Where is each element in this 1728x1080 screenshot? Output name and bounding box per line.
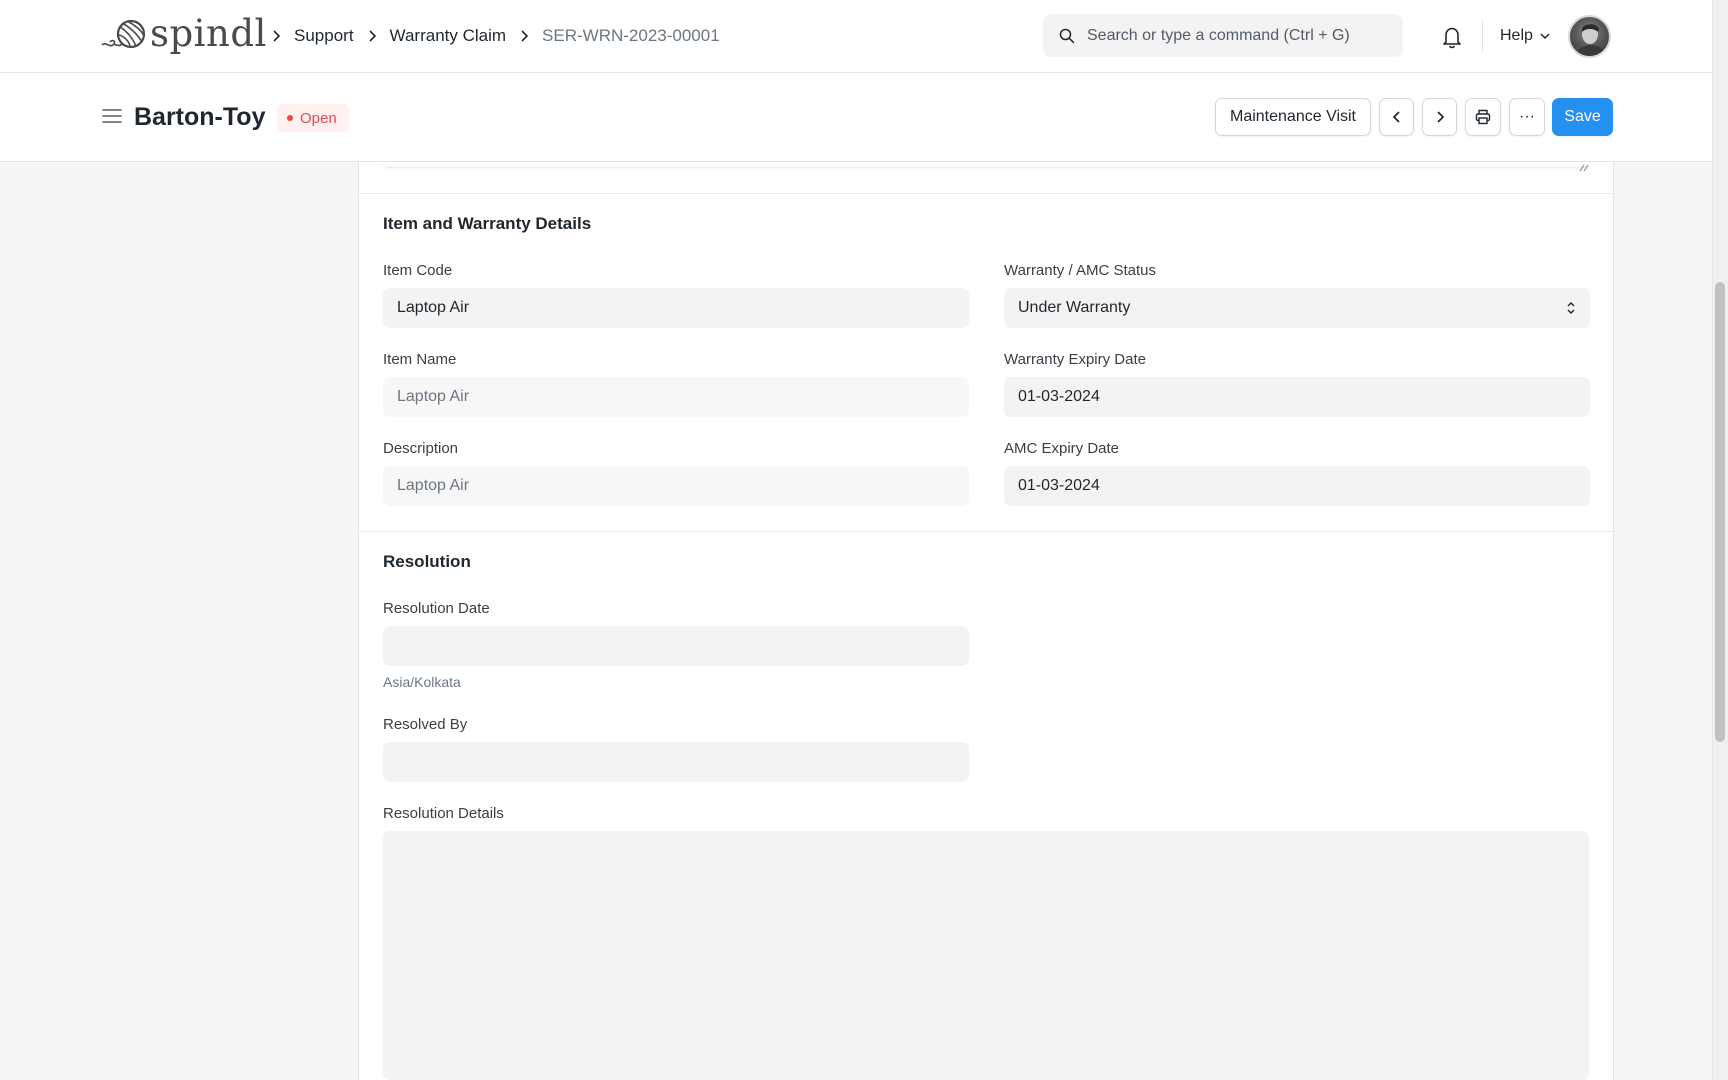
breadcrumb: Support Warranty Claim SER-WRN-2023-0000… <box>258 24 720 48</box>
navbar-divider <box>1482 20 1483 52</box>
item-name-value: Laptop Air <box>397 388 470 405</box>
amc-expiry-field[interactable]: 01-03-2024 <box>1004 466 1590 506</box>
warranty-expiry-label: Warranty Expiry Date <box>1004 351 1146 368</box>
item-code-label: Item Code <box>383 262 453 279</box>
chevron-down-icon <box>1540 33 1550 40</box>
section-divider <box>359 531 1613 532</box>
previous-field-bottom <box>383 162 1589 168</box>
printer-icon <box>1475 109 1491 125</box>
print-button[interactable] <box>1465 98 1501 136</box>
status-label: Open <box>300 109 337 127</box>
resolution-date-label: Resolution Date <box>383 600 490 617</box>
item-code-value: Laptop Air <box>397 299 470 316</box>
timezone-hint: Asia/Kolkata <box>383 674 461 690</box>
search-bar[interactable] <box>1043 14 1403 57</box>
sidebar-toggle-icon[interactable] <box>102 107 122 125</box>
description-field: Laptop Air <box>383 466 969 506</box>
chevron-right-icon <box>514 26 534 46</box>
save-button[interactable]: Save <box>1552 98 1613 136</box>
help-label: Help <box>1500 27 1533 44</box>
chevron-right-icon <box>266 26 286 46</box>
item-code-field[interactable]: Laptop Air <box>383 288 969 328</box>
warranty-status-select[interactable]: Under Warranty <box>1004 288 1590 328</box>
item-name-label: Item Name <box>383 351 457 368</box>
resolved-by-field[interactable] <box>383 742 969 782</box>
amc-expiry-label: AMC Expiry Date <box>1004 440 1120 457</box>
breadcrumb-current-doc[interactable]: SER-WRN-2023-00001 <box>542 26 720 46</box>
section-divider <box>359 193 1613 194</box>
bell-icon[interactable] <box>1440 24 1464 50</box>
form-card: Item and Warranty Details Item Code Lapt… <box>358 162 1614 1080</box>
resize-handle-icon[interactable] <box>1577 162 1589 172</box>
description-label: Description <box>383 440 459 457</box>
warranty-expiry-field[interactable]: 01-03-2024 <box>1004 377 1590 417</box>
app-logo[interactable]: spindl <box>100 14 267 54</box>
section-title-item-warranty: Item and Warranty Details <box>383 214 592 233</box>
logo-text: spindl <box>150 12 267 55</box>
warranty-status-label: Warranty / AMC Status <box>1004 262 1156 279</box>
avatar[interactable] <box>1568 15 1611 58</box>
item-name-field: Laptop Air <box>383 377 969 417</box>
chevron-right-icon <box>362 26 382 46</box>
warranty-status-value: Under Warranty <box>1018 299 1131 316</box>
page-title: Barton-Toy <box>134 103 266 131</box>
status-dot <box>287 115 293 121</box>
page-scrollbar-thumb[interactable] <box>1715 282 1725 742</box>
breadcrumb-warranty-claim[interactable]: Warranty Claim <box>390 26 507 46</box>
search-icon <box>1059 28 1075 43</box>
previous-doc-button[interactable] <box>1379 98 1414 136</box>
chevron-left-icon <box>1392 111 1400 123</box>
resolution-date-field[interactable] <box>383 626 969 666</box>
select-arrows-icon <box>1567 302 1575 314</box>
maintenance-visit-button[interactable]: Maintenance Visit <box>1215 98 1371 136</box>
breadcrumb-support[interactable]: Support <box>294 26 354 46</box>
page-head: Barton-Toy Open Maintenance Visit ··· Sa… <box>0 73 1712 162</box>
resolution-details-label: Resolution Details <box>383 805 504 822</box>
help-dropdown[interactable]: Help <box>1500 24 1551 48</box>
chevron-right-icon <box>1436 111 1444 123</box>
more-actions-button[interactable]: ··· <box>1509 98 1545 136</box>
resolution-details-textarea[interactable] <box>383 831 1589 1080</box>
resolved-by-label: Resolved By <box>383 716 468 733</box>
warranty-expiry-value: 01-03-2024 <box>1018 388 1100 405</box>
navbar: spindl Support Warranty Claim SER-WRN-20… <box>0 0 1712 73</box>
amc-expiry-value: 01-03-2024 <box>1018 477 1100 494</box>
yarn-ball-icon <box>101 19 146 49</box>
section-title-resolution: Resolution <box>383 552 471 571</box>
description-value: Laptop Air <box>397 477 470 494</box>
next-doc-button[interactable] <box>1422 98 1457 136</box>
user-photo-icon <box>1575 24 1608 56</box>
search-input[interactable] <box>1087 26 1387 45</box>
status-badge: Open <box>277 104 349 132</box>
